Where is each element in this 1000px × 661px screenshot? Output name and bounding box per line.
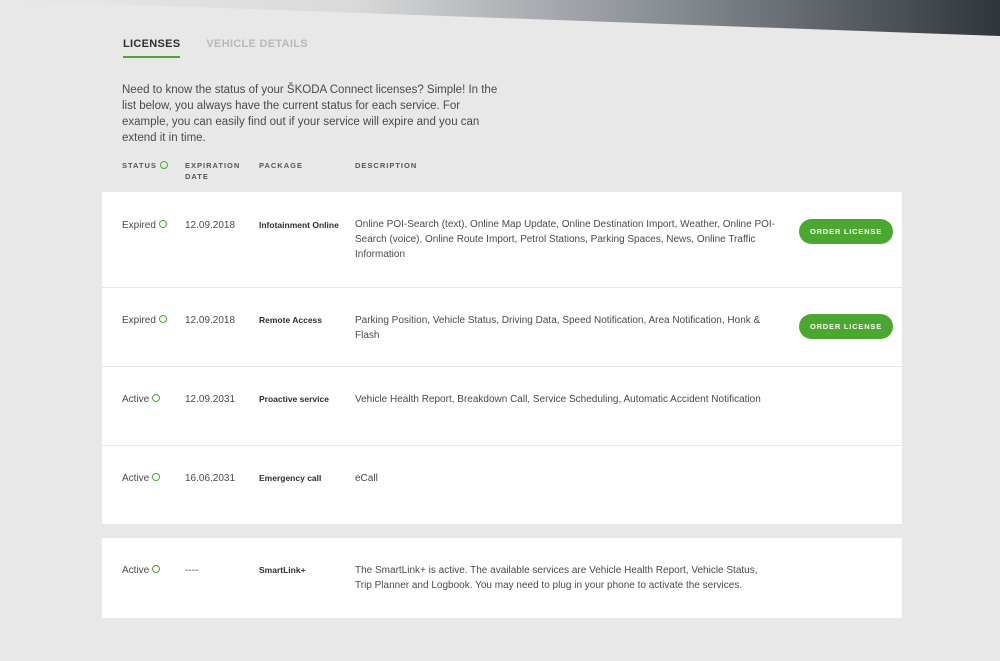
package-name: Emergency call	[259, 473, 322, 483]
column-headers: STATUS EXPIRATION DATE PACKAGE DESCRIPTI…	[0, 160, 1000, 184]
status-text: Active	[122, 473, 150, 484]
info-icon[interactable]	[152, 565, 161, 574]
info-icon[interactable]	[158, 220, 167, 229]
column-header-status-label: STATUS	[122, 161, 157, 170]
info-icon[interactable]	[152, 394, 161, 403]
status-cell: Active	[122, 392, 161, 407]
column-header-status: STATUS	[122, 160, 168, 171]
status-cell: Active	[122, 563, 161, 578]
license-row-remote-access: Expired 12.09.2018 Remote Access Parking…	[102, 288, 902, 367]
top-banner	[0, 0, 1000, 36]
intro-text: Need to know the status of your ŠKODA Co…	[122, 84, 498, 144]
license-row-smartlink: Active ---- SmartLink+ The SmartLink+ is…	[102, 538, 902, 618]
package-name: Infotainment Online	[259, 220, 339, 230]
expiration-date: 12.09.2031	[185, 394, 236, 405]
package-description: Vehicle Health Report, Breakdown Call, S…	[355, 394, 761, 405]
expiration-date: 12.09.2018	[185, 315, 236, 326]
info-icon[interactable]	[159, 161, 168, 170]
license-table: Expired 12.09.2018 Infotainment Online O…	[102, 192, 902, 524]
expiration-date: ----	[185, 565, 199, 576]
column-header-expiration-line1: EXPIRATION	[185, 161, 241, 170]
column-header-description: DESCRIPTION	[355, 161, 418, 170]
package-name: SmartLink+	[259, 565, 306, 575]
package-description: eCall	[355, 473, 378, 484]
status-text: Active	[122, 565, 150, 576]
status-text: Expired	[122, 220, 156, 231]
expiration-date: 12.09.2018	[185, 220, 236, 231]
license-row-proactive-service: Active 12.09.2031 Proactive service Vehi…	[102, 367, 902, 446]
column-header-package: PACKAGE	[259, 161, 303, 170]
package-description: Parking Position, Vehicle Status, Drivin…	[355, 315, 761, 341]
status-cell: Expired	[122, 218, 167, 233]
expiration-date: 16.06.2031	[185, 473, 236, 484]
status-cell: Expired	[122, 313, 167, 328]
status-cell: Active	[122, 471, 161, 486]
info-icon[interactable]	[158, 315, 167, 324]
package-name: Remote Access	[259, 315, 322, 325]
order-license-button[interactable]: ORDER LICENSE	[799, 219, 893, 244]
package-description: Online POI-Search (text), Online Map Upd…	[355, 219, 776, 260]
column-header-expiration: EXPIRATION DATE	[185, 160, 240, 182]
smartlink-card: Active ---- SmartLink+ The SmartLink+ is…	[102, 538, 902, 618]
license-row-infotainment: Expired 12.09.2018 Infotainment Online O…	[102, 192, 902, 288]
order-license-button[interactable]: ORDER LICENSE	[799, 314, 893, 339]
status-text: Active	[122, 394, 150, 405]
package-description: The SmartLink+ is active. The available …	[355, 565, 758, 591]
tab-bar: LICENSES VEHICLE DETAILS	[123, 38, 308, 58]
info-icon[interactable]	[152, 473, 161, 482]
tab-licenses[interactable]: LICENSES	[123, 38, 181, 58]
tab-vehicle-details[interactable]: VEHICLE DETAILS	[206, 38, 307, 58]
package-name: Proactive service	[259, 394, 329, 404]
status-text: Expired	[122, 315, 156, 326]
license-row-emergency-call: Active 16.06.2031 Emergency call eCall	[102, 446, 902, 524]
column-header-expiration-line2: DATE	[185, 172, 209, 181]
